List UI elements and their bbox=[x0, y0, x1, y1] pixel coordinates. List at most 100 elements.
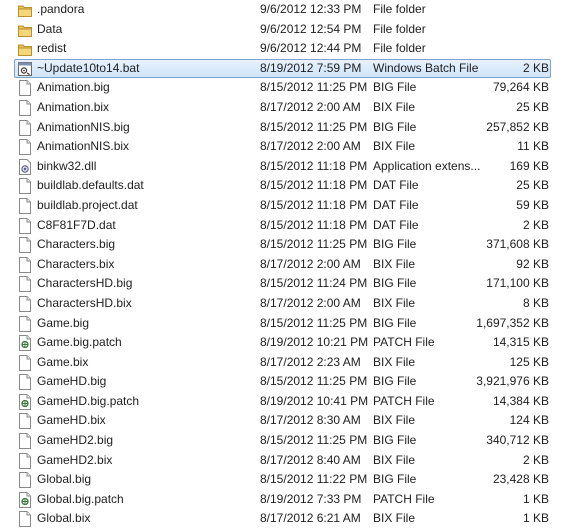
file-name: .pandora bbox=[37, 2, 85, 16]
file-name: GameHD2.bix bbox=[37, 452, 113, 467]
file-date-modified: 8/17/2012 2:00 AM bbox=[260, 139, 361, 154]
file-row[interactable]: AnimationNIS.bix 8/17/2012 2:00 AM BIX Fil… bbox=[0, 137, 570, 157]
file-row[interactable]: GameHD2.bix 8/17/2012 8:40 AM BIX File 2 KB bbox=[0, 451, 570, 471]
file-size: 14,384 KB bbox=[492, 393, 549, 408]
file-icon bbox=[18, 217, 32, 234]
file-name: Game.big.patch bbox=[37, 335, 122, 350]
file-size: 1 KB bbox=[522, 511, 549, 526]
file-size: 1 KB bbox=[522, 491, 549, 506]
file-size: 92 KB bbox=[516, 256, 549, 271]
file-row[interactable]: Global.big 8/15/2012 11:22 PM BIG File 23,4… bbox=[0, 470, 570, 490]
file-date-modified: 8/19/2012 7:59 PM bbox=[260, 60, 362, 75]
file-name: GameHD.big bbox=[37, 374, 107, 389]
file-row[interactable]: Animation.big 8/15/2012 11:25 PM BIG File 7… bbox=[0, 78, 570, 98]
file-type: File folder bbox=[373, 41, 426, 56]
file-type: BIX File bbox=[373, 354, 416, 369]
file-icon bbox=[18, 295, 32, 312]
file-size: 8 KB bbox=[522, 295, 549, 310]
file-date-modified: 8/15/2012 11:25 PM bbox=[260, 119, 368, 134]
file-type: BIG File bbox=[373, 237, 417, 252]
file-name: CharactersHD.big bbox=[37, 276, 133, 291]
file-date-modified: 8/15/2012 11:18 PM bbox=[260, 197, 368, 212]
file-size: 169 KB bbox=[509, 158, 549, 173]
file-type: File folder bbox=[373, 2, 426, 16]
file-size: 124 KB bbox=[509, 413, 549, 428]
dll-file-icon bbox=[18, 158, 32, 175]
file-date-modified: 8/17/2012 2:00 AM bbox=[260, 295, 361, 310]
file-size: 171,100 KB bbox=[486, 276, 549, 291]
file-icon bbox=[18, 433, 32, 450]
file-date-modified: 8/15/2012 11:25 PM bbox=[260, 374, 368, 389]
file-icon bbox=[18, 80, 32, 97]
file-size: 23,428 KB bbox=[492, 472, 549, 487]
file-icon bbox=[18, 197, 32, 214]
folder-icon bbox=[18, 41, 32, 57]
patch-file-icon bbox=[18, 393, 32, 410]
file-icon bbox=[18, 315, 32, 332]
file-name: Global.big.patch bbox=[37, 491, 124, 506]
file-row[interactable]: CharactersHD.bix 8/17/2012 2:00 AM BIX Fil… bbox=[0, 294, 570, 314]
file-row[interactable]: .pandora 9/6/2012 12:33 PM File folder bbox=[0, 0, 570, 20]
file-row[interactable]: redist 9/6/2012 12:44 PM File folder bbox=[0, 39, 570, 59]
file-row[interactable]: Data 9/6/2012 12:54 PM File folder bbox=[0, 20, 570, 40]
file-date-modified: 8/17/2012 2:00 AM bbox=[260, 99, 361, 114]
file-icon bbox=[18, 99, 32, 116]
file-date-modified: 8/15/2012 11:25 PM bbox=[260, 315, 368, 330]
file-row[interactable]: Game.big.patch 8/19/2012 10:21 PM PATCH Fi… bbox=[0, 333, 570, 353]
file-row[interactable]: Animation.bix 8/17/2012 2:00 AM BIX File 25… bbox=[0, 98, 570, 118]
file-type: PATCH File bbox=[373, 335, 435, 350]
file-row[interactable]: Game.bix 8/17/2012 2:23 AM BIX File 125 KB bbox=[0, 353, 570, 373]
file-icon bbox=[18, 139, 32, 156]
file-type: PATCH File bbox=[373, 491, 435, 506]
file-type: Application extens... bbox=[373, 158, 481, 173]
file-type: BIG File bbox=[373, 276, 417, 291]
file-size: 25 KB bbox=[516, 178, 549, 193]
file-name: Game.big bbox=[37, 315, 90, 330]
file-name: AnimationNIS.big bbox=[37, 119, 130, 134]
file-row[interactable]: binkw32.dll 8/15/2012 11:18 PM Application… bbox=[0, 157, 570, 177]
file-row[interactable]: GameHD2.big 8/15/2012 11:25 PM BIG File 340… bbox=[0, 431, 570, 451]
file-name: ~Update10to14.bat bbox=[37, 60, 140, 75]
file-row[interactable]: Global.bix 8/17/2012 6:21 AM BIX File 1 KB bbox=[0, 509, 570, 529]
patch-file-icon bbox=[18, 491, 32, 508]
file-date-modified: 8/15/2012 11:18 PM bbox=[260, 217, 368, 232]
file-type: BIG File bbox=[373, 433, 417, 448]
file-size: 2 KB bbox=[522, 60, 549, 75]
file-date-modified: 9/6/2012 12:33 PM bbox=[260, 2, 362, 16]
file-row[interactable]: AnimationNIS.big 8/15/2012 11:25 PM BIG Fi… bbox=[0, 118, 570, 138]
file-size: 257,852 KB bbox=[486, 119, 549, 134]
file-row[interactable]: CharactersHD.big 8/15/2012 11:24 PM BIG Fi… bbox=[0, 274, 570, 294]
file-name: Animation.big bbox=[37, 80, 110, 95]
file-row[interactable]: Game.big 8/15/2012 11:25 PM BIG File 1,697,… bbox=[0, 314, 570, 334]
file-icon bbox=[18, 452, 32, 469]
file-row[interactable]: Global.big.patch 8/19/2012 7:33 PM PATCH F… bbox=[0, 490, 570, 510]
file-icon bbox=[18, 354, 32, 371]
file-name: buildlab.project.dat bbox=[37, 197, 138, 212]
file-row[interactable]: ~Update10to14.bat 8/19/2012 7:59 PM Window… bbox=[0, 58, 570, 79]
file-name: buildlab.defaults.dat bbox=[37, 178, 144, 193]
file-name: binkw32.dll bbox=[37, 158, 97, 173]
file-type: BIX File bbox=[373, 452, 416, 467]
file-type: BIG File bbox=[373, 374, 417, 389]
file-row[interactable]: C8F81F7D.dat 8/15/2012 11:18 PM DAT File 2 … bbox=[0, 216, 570, 236]
file-size: 11 KB bbox=[517, 139, 549, 154]
file-row[interactable]: buildlab.defaults.dat 8/15/2012 11:18 PM D… bbox=[0, 176, 570, 196]
file-row[interactable]: Characters.bix 8/17/2012 2:00 AM BIX File 9… bbox=[0, 255, 570, 275]
patch-file-icon bbox=[18, 335, 32, 352]
file-icon bbox=[18, 119, 32, 136]
file-row[interactable]: GameHD.big 8/15/2012 11:25 PM BIG File 3,92… bbox=[0, 372, 570, 392]
file-date-modified: 8/15/2012 11:18 PM bbox=[260, 178, 368, 193]
file-type: BIG File bbox=[373, 80, 417, 95]
file-size: 79,264 KB bbox=[492, 80, 549, 95]
file-row[interactable]: buildlab.project.dat 8/15/2012 11:18 PM DA… bbox=[0, 196, 570, 216]
file-type: BIX File bbox=[373, 511, 416, 526]
file-size: 371,608 KB bbox=[486, 237, 549, 252]
file-icon bbox=[18, 178, 32, 195]
file-date-modified: 8/15/2012 11:18 PM bbox=[260, 158, 368, 173]
file-row[interactable]: GameHD.bix 8/17/2012 8:30 AM BIX File 124 K… bbox=[0, 411, 570, 431]
file-row[interactable]: Characters.big 8/15/2012 11:25 PM BIG File… bbox=[0, 235, 570, 255]
file-name: Characters.big bbox=[37, 237, 116, 252]
file-row[interactable]: GameHD.big.patch 8/19/2012 10:41 PM PATCH … bbox=[0, 392, 570, 412]
file-date-modified: 8/17/2012 2:23 AM bbox=[260, 354, 361, 369]
file-name: AnimationNIS.bix bbox=[37, 139, 130, 154]
